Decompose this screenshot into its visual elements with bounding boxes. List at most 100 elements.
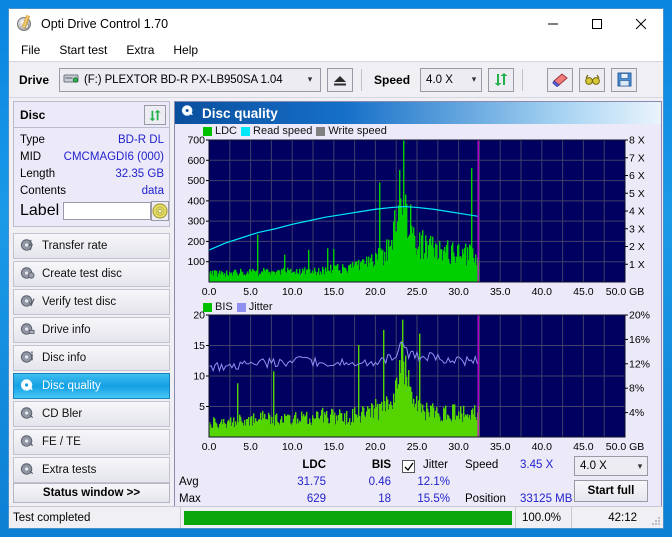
sidebar-item-verify-test-disc[interactable]: Verify test disc [13, 289, 170, 315]
sidebar-item-transfer-rate[interactable]: Transfer rate [13, 233, 170, 259]
sidebar-item-label: FE / TE [42, 436, 81, 448]
sidebar-item-label: Drive info [42, 324, 91, 336]
sidebar-item-label: Transfer rate [42, 240, 108, 252]
legend-item: Write speed [316, 125, 387, 137]
window-title: Opti Drive Control 1.70 [41, 17, 169, 31]
stats-row-max: Max [179, 493, 201, 505]
disc-refresh-button[interactable] [144, 105, 166, 125]
legend-label: LDC [215, 125, 238, 137]
eraser-button[interactable] [547, 67, 574, 92]
chevron-down-icon[interactable]: ▾ [633, 461, 647, 472]
svg-text:20.0: 20.0 [365, 441, 386, 453]
disc-label-key: Label [20, 202, 60, 219]
glasses-button[interactable] [579, 67, 606, 92]
sidebar-item-disc-quality[interactable]: Disc quality [13, 373, 170, 399]
svg-text:20%: 20% [629, 310, 650, 322]
svg-text:2 X: 2 X [629, 241, 645, 253]
bottom-chart-legend: BIS Jitter [203, 301, 273, 313]
disc-label-row: Label [20, 200, 170, 222]
svg-text:35.0: 35.0 [490, 441, 511, 453]
maximize-icon[interactable] [575, 9, 619, 39]
sidebar-nav: Transfer rate Create test disc Verify te… [13, 233, 170, 483]
cd-icon[interactable] [151, 201, 170, 221]
stats-ldc-avg: 31.75 [297, 476, 326, 488]
drive-select[interactable]: (F:) PLEXTOR BD-R PX-LB950SA 1.04 ▾ [59, 67, 322, 92]
svg-text:500: 500 [187, 175, 205, 187]
progress-percent: 100.0% [515, 507, 571, 528]
sidebar-item-label: Verify test disc [42, 296, 117, 308]
svg-text:1 X: 1 X [629, 259, 645, 271]
svg-text:4 X: 4 X [629, 206, 645, 218]
disc-panel-title: Disc [20, 108, 46, 122]
svg-text:45.0: 45.0 [573, 286, 594, 298]
checkbox-box[interactable] [402, 460, 415, 473]
menu-help[interactable]: Help [169, 41, 207, 60]
menu-start-test[interactable]: Start test [55, 41, 116, 60]
top-chart-svg: 1002003004005006007001 X2 X3 X4 X5 X6 X7… [187, 135, 645, 299]
legend-item: Read speed [241, 125, 312, 137]
speed-stat-value: 3.45 X [520, 459, 554, 471]
charts-area: LDC Read speed Write speed 100 200 300 400 500… [175, 124, 661, 455]
sidebar-item-disc-info[interactable]: Disc info [13, 345, 170, 371]
resize-grip-icon[interactable] [649, 507, 663, 528]
disc-row-type: Type BD-R DL [20, 131, 164, 148]
menu-extra[interactable]: Extra [122, 41, 163, 60]
sidebar-item-fe-te[interactable]: FE / TE [13, 429, 170, 455]
disc-row-key: Type [20, 133, 45, 146]
chevron-down-icon[interactable]: ▾ [303, 74, 317, 85]
sidebar-item-extra-tests[interactable]: Extra tests [13, 457, 170, 483]
legend-label: Write speed [328, 125, 387, 137]
stats-col-ldc: LDC [302, 459, 326, 471]
drive-label: Drive [19, 72, 50, 87]
menu-file[interactable]: File [17, 41, 49, 60]
speed-value: 4.0 X [426, 73, 453, 86]
sidebar-item-cd-bler[interactable]: CD Bler [13, 401, 170, 427]
disc-row-value: BD-R DL [117, 133, 164, 146]
stats-jitter-avg: 12.1% [417, 476, 450, 488]
disc-quality-header: Disc quality [175, 102, 661, 124]
disc-label-input[interactable] [63, 202, 152, 220]
svg-text:35.0: 35.0 [490, 286, 511, 298]
eject-button[interactable] [327, 67, 354, 92]
speed-select[interactable]: 4.0 X ▾ [420, 67, 483, 92]
app-window: Opti Drive Control 1.70 File Start test … [8, 8, 664, 529]
svg-text:5.0: 5.0 [243, 286, 258, 298]
disc-panel-header: Disc [14, 102, 169, 128]
chevron-down-icon[interactable]: ▾ [467, 74, 481, 85]
disc-row-value: 32.35 GB [115, 167, 164, 180]
svg-text:40.0: 40.0 [532, 441, 553, 453]
sidebar-item-label: Disc quality [42, 380, 101, 392]
svg-text:50.0 GB: 50.0 GB [606, 286, 645, 298]
save-button[interactable] [611, 67, 638, 92]
close-icon[interactable] [619, 9, 663, 39]
svg-text:50.0 GB: 50.0 GB [606, 441, 645, 453]
svg-text:12%: 12% [629, 358, 650, 370]
stats-area: LDC BIS Avg Max Total 31.75 629 16829822… [175, 455, 661, 506]
svg-text:15.0: 15.0 [324, 286, 345, 298]
svg-text:8%: 8% [629, 383, 644, 395]
status-window-button[interactable]: Status window >> [13, 483, 170, 503]
start-full-button[interactable]: Start full [574, 480, 648, 502]
refresh-button[interactable] [488, 67, 515, 92]
sidebar-item-drive-info[interactable]: Drive info [13, 317, 170, 343]
app-disc-pen-icon [17, 14, 35, 33]
disc-transfer-icon [20, 238, 35, 255]
svg-text:30.0: 30.0 [448, 286, 469, 298]
toolbar-divider [522, 68, 524, 91]
minimize-icon[interactable] [531, 9, 575, 39]
speed-label: Speed [374, 72, 411, 87]
drive-value: (F:) PLEXTOR BD-R PX-LB950SA 1.04 [84, 73, 283, 86]
sidebar: Disc Type BD-R DL MID CMCMAGDI6 (000) Le… [9, 97, 174, 506]
svg-text:300: 300 [187, 216, 205, 228]
svg-text:20.0: 20.0 [365, 286, 386, 298]
disc-drive-icon [20, 322, 35, 339]
jitter-checkbox[interactable] [402, 458, 415, 473]
svg-text:10.0: 10.0 [282, 441, 303, 453]
elapsed-time: 42:12 [571, 507, 649, 528]
disc-row-contents: Contents data [20, 182, 164, 199]
sidebar-item-create-test-disc[interactable]: Create test disc [13, 261, 170, 287]
title-bar: Opti Drive Control 1.70 [9, 9, 663, 39]
disc-row-key: MID [20, 150, 42, 163]
progress-fill [184, 510, 512, 525]
test-speed-select[interactable]: 4.0 X ▾ [574, 456, 648, 476]
